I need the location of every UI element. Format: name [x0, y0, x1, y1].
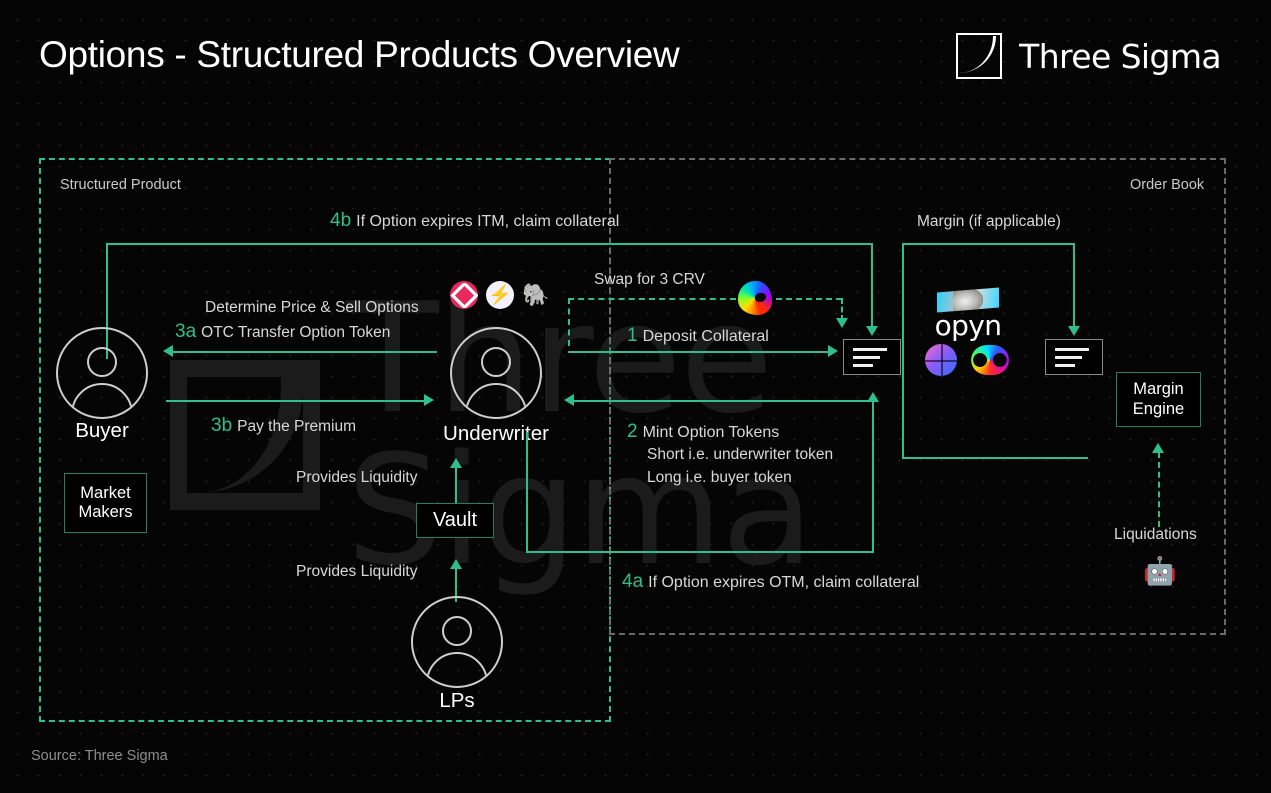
page-title: Options - Structured Products Overview	[39, 34, 680, 75]
flow-4b-text: If Option expires ITM, claim collateral	[356, 213, 620, 230]
margin-engine-line1: Margin	[1133, 380, 1184, 399]
three-sigma-mark-icon	[956, 33, 1003, 79]
lps-label: LPs	[439, 689, 475, 712]
diagram-canvas: Three Sigma Options - Structured Product…	[0, 0, 1271, 793]
opyn-logo: opyn	[930, 287, 1006, 342]
flow-2-line	[573, 400, 873, 402]
flow-2-text3: Long i.e. buyer token	[647, 469, 792, 486]
flow-3b-arrowhead	[424, 394, 434, 406]
flow-label-margin: Margin (if applicable)	[917, 212, 1061, 232]
flow-4b-num: 4b	[330, 210, 352, 231]
flow-margin-text: Margin (if applicable)	[917, 213, 1061, 230]
ribbon-finance-icon	[450, 281, 478, 309]
protocol-icon-row: ⚡ 🐘	[450, 281, 550, 309]
curve-crv-icon	[738, 281, 772, 315]
flow-1-text: Deposit Collateral	[642, 328, 769, 345]
underwriter-person-icon	[450, 327, 542, 419]
vault-to-underwriter-arrowhead	[450, 458, 462, 468]
flow-1-num: 1	[627, 325, 638, 346]
flow-3b-num: 3b	[211, 415, 233, 436]
flow-4a-arrowhead	[867, 392, 879, 402]
underwriter-label: Underwriter	[443, 422, 549, 445]
margin-engine-box: Margin Engine	[1116, 372, 1201, 427]
margin-engine-line2: Engine	[1132, 399, 1185, 418]
market-makers-box: Market Makers	[64, 473, 147, 533]
brand-name: Three Sigma	[1019, 36, 1221, 76]
secondary-protocol-icons	[925, 344, 1009, 376]
group-order-book-label: Order Book	[1130, 177, 1205, 193]
flow-label-2: 2 Mint Option Tokens	[627, 420, 779, 445]
thetanuts-icon: ⚡	[486, 281, 514, 309]
flow-3a-num: 3a	[175, 321, 197, 342]
robot-icon: 🤖	[1143, 556, 1177, 586]
flow-label-swap: Swap for 3 CRV	[594, 270, 705, 290]
margin-rail-top	[902, 243, 1074, 245]
swap-dash-left	[568, 298, 736, 300]
order-book-glyph-left	[843, 339, 901, 375]
buyer-label: Buyer	[75, 419, 129, 442]
flow-1-arrowhead	[828, 345, 838, 357]
margin-rail-bottom	[902, 457, 1088, 459]
flow-2-arrowhead	[564, 394, 574, 406]
vault-box: Vault	[416, 503, 494, 538]
flow-4a-num: 4a	[622, 571, 644, 592]
flow-4a-rail	[526, 551, 874, 553]
flow-label-provides-liquidity-1: Provides Liquidity	[296, 468, 417, 488]
flow-label-1: 1 Deposit Collateral	[627, 324, 769, 349]
flow-4b-right-leg	[871, 243, 873, 328]
flow-label-3a-line2: 3a OTC Transfer Option Token	[175, 320, 390, 345]
swap-arrowhead	[836, 318, 848, 328]
friktion-elephant-icon: 🐘	[522, 282, 550, 307]
margin-arrowhead	[1068, 326, 1080, 336]
flow-3b-text: Pay the Premium	[237, 418, 357, 435]
brand-logo: Three Sigma	[956, 33, 1222, 79]
market-makers-line2: Makers	[78, 503, 133, 521]
flow-4b-arrowhead	[866, 326, 878, 336]
flow-4b-rail	[106, 243, 872, 245]
flow-label-4b: 4b If Option expires ITM, claim collatera…	[330, 209, 619, 234]
source-note: Source: Three Sigma	[31, 748, 168, 764]
liquidations-arrowhead	[1152, 443, 1164, 453]
premia-icon	[971, 345, 1009, 375]
provides-liquidity-2-text: Provides Liquidity	[296, 563, 418, 580]
flow-3a-arrowhead	[163, 345, 173, 357]
flow-2-num: 2	[627, 421, 638, 442]
provides-liquidity-1-text: Provides Liquidity	[296, 469, 418, 486]
flow-3a-text1: Determine Price & Sell Options	[205, 299, 419, 316]
flow-3a-text2: OTC Transfer Option Token	[201, 324, 391, 341]
flow-label-2-line2: Short i.e. underwriter token	[647, 445, 833, 465]
vault-label: Vault	[432, 508, 478, 531]
lyra-icon	[925, 344, 957, 376]
opyn-label: opyn	[934, 309, 1002, 342]
lps-person-icon	[411, 596, 503, 688]
flow-label-provides-liquidity-2: Provides Liquidity	[296, 562, 417, 582]
flow-label-4a: 4a If Option expires OTM, claim collatera…	[622, 570, 919, 595]
flow-swap-text: Swap for 3 CRV	[594, 271, 705, 288]
flow-2-text2: Short i.e. underwriter token	[647, 446, 834, 463]
order-book-glyph-right	[1045, 339, 1103, 375]
flow-2-text: Mint Option Tokens	[642, 424, 780, 441]
flow-4a-text: If Option expires OTM, claim collateral	[648, 574, 920, 591]
swap-dash-left-leg	[568, 298, 570, 346]
flow-label-3b: 3b Pay the Premium	[211, 414, 356, 439]
buyer-person-icon	[56, 327, 148, 419]
flow-3a-line	[172, 351, 437, 353]
margin-rail-right	[1073, 243, 1075, 328]
flow-3b-line	[166, 400, 429, 402]
liquidations-text: Liquidations	[1114, 526, 1197, 543]
flow-4a-right-leg	[872, 400, 874, 552]
flow-1-line	[568, 351, 833, 353]
lps-to-vault-arrowhead	[450, 559, 462, 569]
flow-label-2-line3: Long i.e. buyer token	[647, 468, 792, 488]
margin-rail-left	[902, 243, 904, 458]
liquidations-to-margin-line	[1158, 452, 1160, 527]
liquidations-label: Liquidations	[1114, 525, 1197, 545]
swap-dash-right	[776, 298, 842, 300]
flow-label-3a-line1: Determine Price & Sell Options	[205, 298, 419, 318]
group-structured-product-label: Structured Product	[60, 177, 181, 193]
vault-to-underwriter-line	[455, 466, 457, 504]
market-makers-line1: Market	[80, 483, 131, 502]
flow-4a-left-leg	[526, 432, 528, 552]
